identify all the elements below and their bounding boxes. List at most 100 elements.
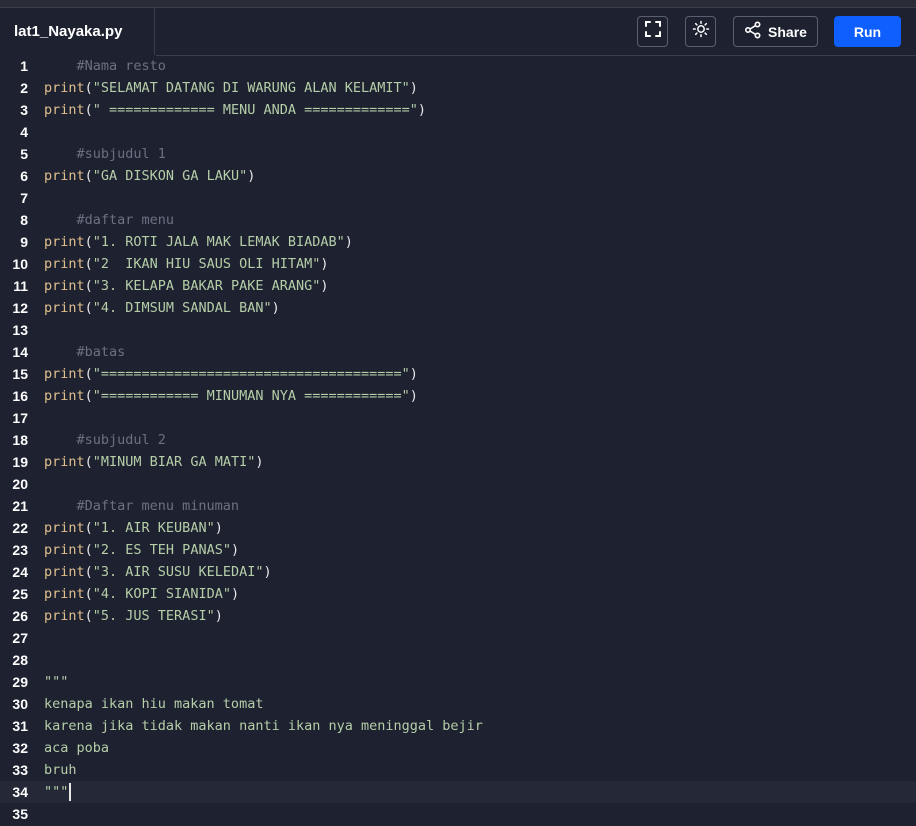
line-number: 1 xyxy=(20,58,28,74)
code-line[interactable]: 7 xyxy=(0,187,916,209)
code-line[interactable]: 9 print("1. ROTI JALA MAK LEMAK BIADAB") xyxy=(0,231,916,253)
code-token: kenapa ikan hiu makan tomat xyxy=(44,696,264,712)
line-code: print("3. KELAPA BAKAR PAKE ARANG") xyxy=(44,275,329,297)
line-code: print("=================================… xyxy=(44,363,418,385)
line-number: 22 xyxy=(12,520,28,536)
code-token: #subjudul 2 xyxy=(44,432,166,448)
code-line[interactable]: 32 aca poba xyxy=(0,737,916,759)
code-token: ) xyxy=(263,564,272,580)
code-token: print xyxy=(44,168,85,184)
code-token: print xyxy=(44,608,85,624)
code-line[interactable]: 16 print("============ MINUMAN NYA ======… xyxy=(0,385,916,407)
code-token: ( xyxy=(84,168,93,184)
line-code: """ xyxy=(44,781,71,803)
code-line[interactable]: 21 #Daftar menu minuman xyxy=(0,495,916,517)
code-line[interactable]: 2 print("SELAMAT DATANG DI WARUNG ALAN KE… xyxy=(0,77,916,99)
code-line[interactable]: 8 #daftar menu xyxy=(0,209,916,231)
code-line[interactable]: 28 xyxy=(0,649,916,671)
tab-file[interactable]: lat1_Nayaka.py xyxy=(0,8,155,55)
line-number: 30 xyxy=(12,696,28,712)
code-line[interactable]: 11 print("3. KELAPA BAKAR PAKE ARANG") xyxy=(0,275,916,297)
share-button[interactable]: Share xyxy=(733,16,818,47)
code-line[interactable]: 34 """ xyxy=(0,781,916,803)
code-line[interactable]: 1 #Nama resto xyxy=(0,55,916,77)
code-token: ) xyxy=(230,586,240,602)
code-line[interactable]: 25 print("4. KOPI SIANIDA") xyxy=(0,583,916,605)
line-code: print("============ MINUMAN NYA ========… xyxy=(44,385,418,407)
line-number: 24 xyxy=(12,564,28,580)
code-line[interactable]: 19 print("MINUM BIAR GA MATI") xyxy=(0,451,916,473)
code-token: ( xyxy=(84,256,93,272)
code-token: print xyxy=(44,586,85,602)
code-line[interactable]: 18 #subjudul 2 xyxy=(0,429,916,451)
line-number: 32 xyxy=(12,740,28,756)
code-token: ) xyxy=(214,520,223,536)
code-line[interactable]: 17 xyxy=(0,407,916,429)
line-number: 7 xyxy=(20,190,28,206)
code-token: "2 IKAN HIU SAUS OLI HITAM" xyxy=(92,256,321,272)
code-token: ( xyxy=(84,520,93,536)
code-token: print xyxy=(44,80,85,96)
code-line[interactable]: 24 print("3. AIR SUSU KELEDAI") xyxy=(0,561,916,583)
code-line[interactable]: 15 print("===============================… xyxy=(0,363,916,385)
code-line[interactable]: 3 print(" ============= MENU ANDA =======… xyxy=(0,99,916,121)
code-token: ) xyxy=(255,454,264,470)
code-token: print xyxy=(44,300,85,316)
code-editor[interactable]: 1 #Nama resto 2 print("SELAMAT DATANG DI W… xyxy=(0,56,916,826)
code-token: ( xyxy=(84,454,93,470)
code-token: " ============= MENU ANDA =============" xyxy=(92,102,418,118)
fullscreen-button[interactable] xyxy=(637,16,668,47)
code-line[interactable]: 12 print("4. DIMSUM SANDAL BAN") xyxy=(0,297,916,319)
code-token: "3. KELAPA BAKAR PAKE ARANG" xyxy=(92,278,321,294)
code-token: ) xyxy=(409,80,418,96)
code-token: #daftar menu xyxy=(44,212,175,228)
code-token: aca poba xyxy=(44,740,110,756)
line-code: #batas xyxy=(44,341,126,363)
code-token: #Nama resto xyxy=(44,58,166,74)
line-number: 9 xyxy=(20,234,28,250)
code-token: "SELAMAT DATANG DI WARUNG ALAN KELAMIT" xyxy=(92,80,410,96)
theme-toggle-button[interactable] xyxy=(685,16,716,47)
code-line[interactable]: 35 xyxy=(0,803,916,825)
code-token: "2. ES TEH PANAS" xyxy=(92,542,231,558)
line-number: 28 xyxy=(12,652,28,668)
line-number: 11 xyxy=(13,278,28,294)
line-code: print("GA DISKON GA LAKU") xyxy=(44,165,255,187)
code-line[interactable]: 4 xyxy=(0,121,916,143)
code-line[interactable]: 26 print("5. JUS TERASI") xyxy=(0,605,916,627)
code-line[interactable]: 22 print("1. AIR KEUBAN") xyxy=(0,517,916,539)
line-number: 15 xyxy=(12,366,28,382)
code-line[interactable]: 30 kenapa ikan hiu makan tomat xyxy=(0,693,916,715)
code-line[interactable]: 14 #batas xyxy=(0,341,916,363)
code-line[interactable]: 23 print("2. ES TEH PANAS") xyxy=(0,539,916,561)
line-number: 27 xyxy=(12,630,28,646)
code-line[interactable]: 5 #subjudul 1 xyxy=(0,143,916,165)
code-line[interactable]: 31 karena jika tidak makan nanti ikan nya… xyxy=(0,715,916,737)
code-line[interactable]: 27 xyxy=(0,627,916,649)
line-code: print("MINUM BIAR GA MATI") xyxy=(44,451,263,473)
code-line[interactable]: 6 print("GA DISKON GA LAKU") xyxy=(0,165,916,187)
line-number: 20 xyxy=(12,476,28,492)
run-button[interactable]: Run xyxy=(834,16,901,47)
toolbar: Share Run xyxy=(156,8,916,56)
line-number: 34 xyxy=(12,784,28,800)
fullscreen-icon xyxy=(644,20,662,43)
code-token: print xyxy=(44,256,85,272)
line-code: print(" ============= MENU ANDA ========… xyxy=(44,99,426,121)
code-token: ) xyxy=(320,278,329,294)
line-code: bruh xyxy=(44,759,77,781)
code-line[interactable]: 13 xyxy=(0,319,916,341)
code-token: ( xyxy=(84,542,93,558)
code-token: #subjudul 1 xyxy=(44,146,166,162)
code-token: print xyxy=(44,278,85,294)
code-token: karena jika tidak makan nanti ikan nya m… xyxy=(44,718,483,734)
code-token: print xyxy=(44,388,85,404)
code-line[interactable]: 20 xyxy=(0,473,916,495)
code-token: bruh xyxy=(44,762,77,778)
line-number: 3 xyxy=(20,102,28,118)
code-token: print xyxy=(44,234,85,250)
code-line[interactable]: 29 """ xyxy=(0,671,916,693)
code-line[interactable]: 10 print("2 IKAN HIU SAUS OLI HITAM") xyxy=(0,253,916,275)
line-code: print("5. JUS TERASI") xyxy=(44,605,223,627)
code-line[interactable]: 33 bruh xyxy=(0,759,916,781)
